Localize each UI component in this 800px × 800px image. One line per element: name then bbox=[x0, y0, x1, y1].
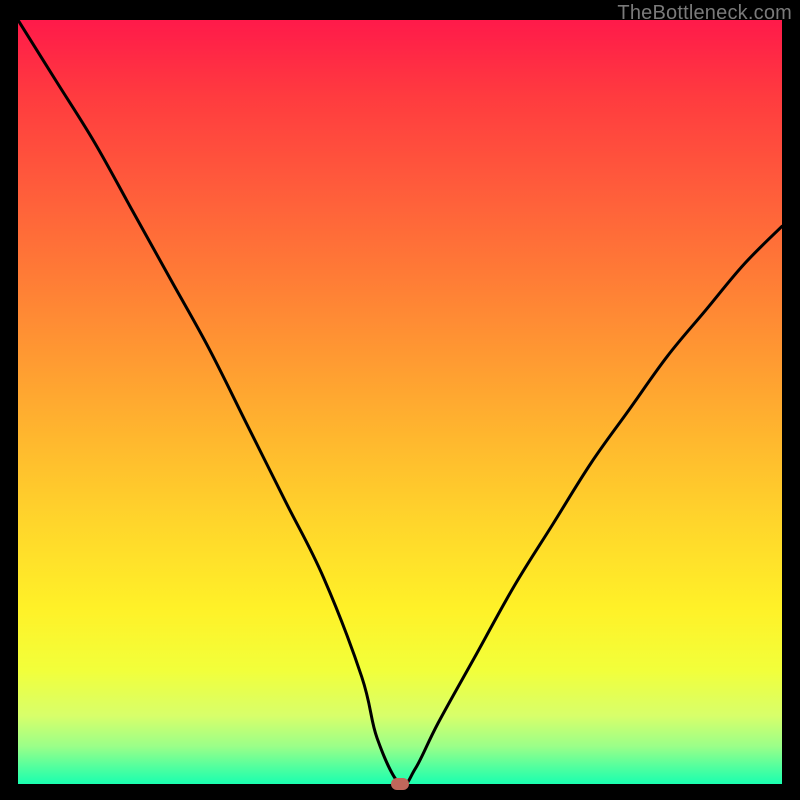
plot-area bbox=[18, 20, 782, 784]
bottleneck-curve bbox=[18, 20, 782, 784]
watermark-text: TheBottleneck.com bbox=[617, 2, 792, 25]
optimum-marker bbox=[391, 778, 409, 790]
curve-svg bbox=[18, 20, 782, 784]
chart-container: TheBottleneck.com bbox=[0, 0, 800, 800]
